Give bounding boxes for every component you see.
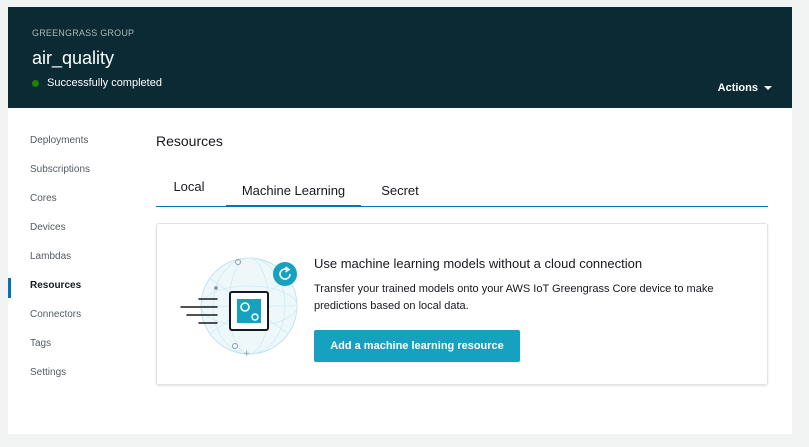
tab-machine-learning[interactable]: Machine Learning: [226, 181, 361, 207]
sidebar-item-label: Settings: [30, 367, 67, 378]
sidebar-item-deployments[interactable]: Deployments: [8, 133, 128, 162]
sidebar-nav: Deployments Subscriptions Cores Devices …: [8, 133, 128, 394]
add-ml-resource-button[interactable]: Add a machine learning resource: [314, 330, 520, 362]
main-panel: GREENGRASS GROUP air_quality Successfull…: [8, 7, 792, 434]
sidebar-item-tags[interactable]: Tags: [8, 336, 128, 365]
caret-down-icon: [764, 86, 772, 90]
status-text: Successfully completed: [47, 77, 162, 89]
sidebar-item-cores[interactable]: Cores: [8, 191, 128, 220]
ml-device-sync-icon: +: [180, 257, 298, 359]
card-title: Use machine learning models without a cl…: [314, 256, 643, 271]
sidebar-item-label: Connectors: [30, 309, 82, 320]
group-label: GREENGRASS GROUP: [32, 28, 135, 38]
card-description: Transfer your trained models onto your A…: [314, 283, 714, 312]
sidebar-item-label: Devices: [30, 222, 66, 233]
sidebar-item-resources[interactable]: Resources: [8, 278, 128, 307]
deployment-status: Successfully completed: [32, 77, 162, 89]
sidebar-item-label: Resources: [30, 280, 82, 291]
empty-state-card: + Use machine learning models without a …: [156, 223, 768, 385]
sidebar-item-label: Cores: [30, 193, 57, 204]
tab-secret[interactable]: Secret: [377, 181, 423, 209]
actions-label: Actions: [717, 82, 758, 94]
group-name: air_quality: [32, 48, 115, 68]
sidebar-item-label: Deployments: [30, 135, 89, 146]
sidebar-item-devices[interactable]: Devices: [8, 220, 128, 249]
sidebar-item-label: Tags: [30, 338, 52, 349]
resource-tabs: Local Machine Learning Secret: [156, 179, 768, 207]
sidebar-item-connectors[interactable]: Connectors: [8, 307, 128, 336]
sidebar-item-label: Subscriptions: [30, 164, 91, 175]
sidebar-item-settings[interactable]: Settings: [8, 365, 128, 394]
sidebar-item-subscriptions[interactable]: Subscriptions: [8, 162, 128, 191]
status-success-icon: [32, 79, 39, 87]
tab-local[interactable]: Local: [172, 179, 206, 207]
actions-button[interactable]: Actions: [718, 82, 772, 94]
svg-text:+: +: [243, 349, 251, 359]
section-title: Resources: [156, 133, 223, 149]
sidebar-item-lambdas[interactable]: Lambdas: [8, 249, 128, 278]
sidebar-item-label: Lambdas: [30, 251, 72, 262]
page-header: GREENGRASS GROUP air_quality Successfull…: [8, 7, 792, 108]
